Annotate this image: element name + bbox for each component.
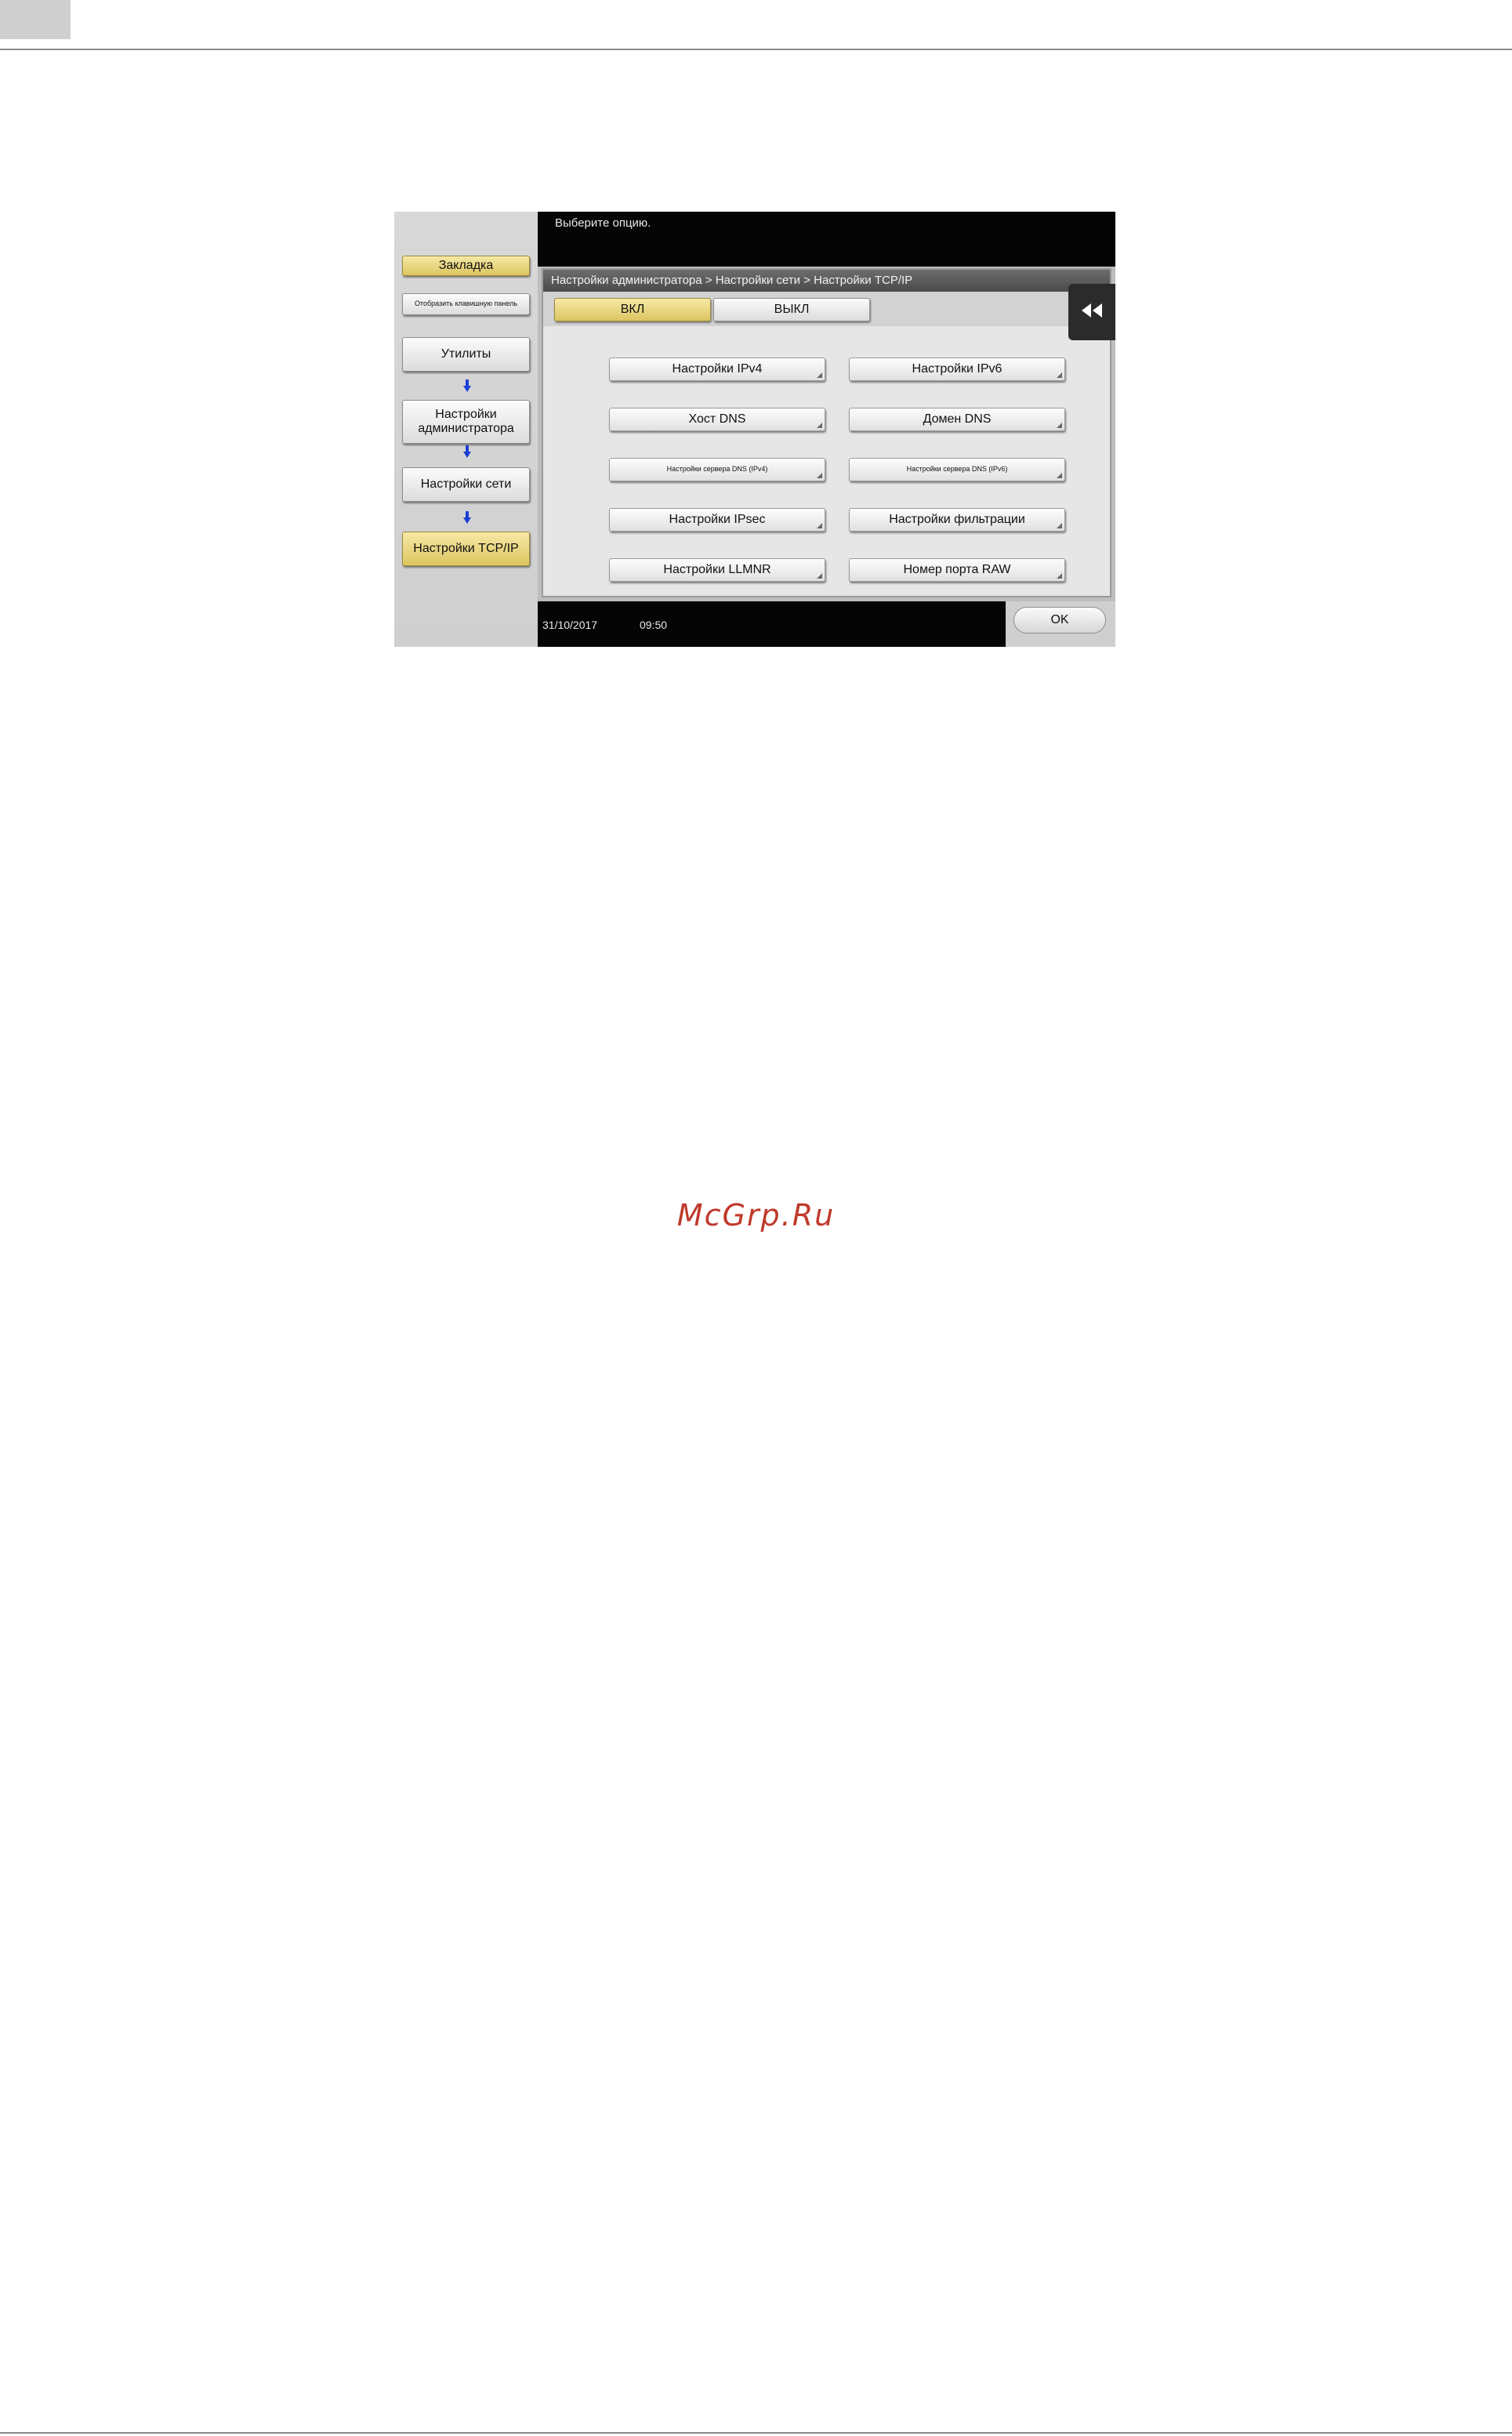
back-button[interactable] xyxy=(1068,284,1115,340)
time-text: 09:50 xyxy=(640,619,668,631)
sidebar-step-label: Настройки TCP/IP xyxy=(413,542,519,556)
sidebar-step-label: Настройки администратора xyxy=(418,408,514,435)
sidebar: Закладка Отобразить клавишную панель Ути… xyxy=(394,212,538,647)
bottom-rule xyxy=(0,2432,1512,2434)
ipv4-settings-button[interactable]: Настройки IPv4 xyxy=(609,358,825,381)
page-corner-box xyxy=(0,0,71,39)
top-rule xyxy=(0,49,1512,50)
option-label: Настройки сервера DNS (IPv4) xyxy=(666,465,768,474)
off-label: ВЫКЛ xyxy=(774,303,810,316)
sidebar-step-label: Утилиты xyxy=(441,347,491,361)
sidebar-step-network-settings[interactable]: Настройки сети xyxy=(402,467,530,502)
filtering-settings-button[interactable]: Настройки фильтрации xyxy=(849,508,1065,532)
option-label: Домен DNS xyxy=(923,412,992,426)
llmnr-settings-button[interactable]: Настройки LLMNR xyxy=(609,558,825,582)
option-label: Настройки IPv6 xyxy=(912,361,1003,376)
bookmark-button[interactable]: Закладка xyxy=(402,256,530,276)
message-bar: Выберите опцию. xyxy=(538,212,1115,267)
date-text: 31/10/2017 xyxy=(542,619,598,631)
arrow-down-icon xyxy=(463,445,471,458)
option-label: Настройки LLMNR xyxy=(663,562,771,576)
arrow-down-icon xyxy=(463,379,471,392)
dns-server-ipv6-button[interactable]: Настройки сервера DNS (IPv6) xyxy=(849,458,1065,481)
breadcrumb: Настройки администратора > Настройки сет… xyxy=(543,270,1110,292)
ipsec-settings-button[interactable]: Настройки IPsec xyxy=(609,508,825,532)
settings-panel: Настройки администратора > Настройки сет… xyxy=(542,268,1111,597)
header-message: Выберите опцию. xyxy=(555,216,651,230)
ipv6-settings-button[interactable]: Настройки IPv6 xyxy=(849,358,1065,381)
on-label: ВКЛ xyxy=(620,303,645,316)
dns-domain-button[interactable]: Домен DNS xyxy=(849,408,1065,431)
option-label: Настройки IPv4 xyxy=(672,361,763,376)
option-label: Настройки IPsec xyxy=(669,512,766,526)
arrow-down-icon xyxy=(463,511,471,524)
watermark-text: McGrp.Ru xyxy=(676,1198,836,1233)
option-label: Настройки сервера DNS (IPv6) xyxy=(906,465,1008,474)
on-button[interactable]: ВКЛ xyxy=(554,298,711,321)
ok-label: OK xyxy=(1050,613,1069,626)
ok-area: OK xyxy=(1006,601,1115,647)
dns-server-ipv4-button[interactable]: Настройки сервера DNS (IPv4) xyxy=(609,458,825,481)
keypad-button[interactable]: Отобразить клавишную панель xyxy=(402,293,530,315)
keypad-label: Отобразить клавишную панель xyxy=(414,300,518,308)
sidebar-step-tcpip-settings[interactable]: Настройки TCP/IP xyxy=(402,532,530,566)
sidebar-step-label: Настройки сети xyxy=(420,477,512,492)
sidebar-step-utilities[interactable]: Утилиты xyxy=(402,337,530,372)
dns-host-button[interactable]: Хост DNS xyxy=(609,408,825,431)
raw-port-number-button[interactable]: Номер порта RAW xyxy=(849,558,1065,582)
option-label: Настройки фильтрации xyxy=(889,512,1025,526)
toggle-row: ВКЛ ВЫКЛ xyxy=(543,292,1110,326)
device-screen: Закладка Отобразить клавишную панель Ути… xyxy=(394,212,1115,647)
option-label: Номер порта RAW xyxy=(903,562,1011,576)
off-button[interactable]: ВЫКЛ xyxy=(713,298,870,321)
double-chevron-left-icon xyxy=(1082,302,1102,322)
bookmark-label: Закладка xyxy=(438,259,494,273)
ok-button[interactable]: OK xyxy=(1013,607,1106,634)
option-label: Хост DNS xyxy=(688,412,746,426)
sidebar-step-admin-settings[interactable]: Настройки администратора xyxy=(402,400,530,444)
